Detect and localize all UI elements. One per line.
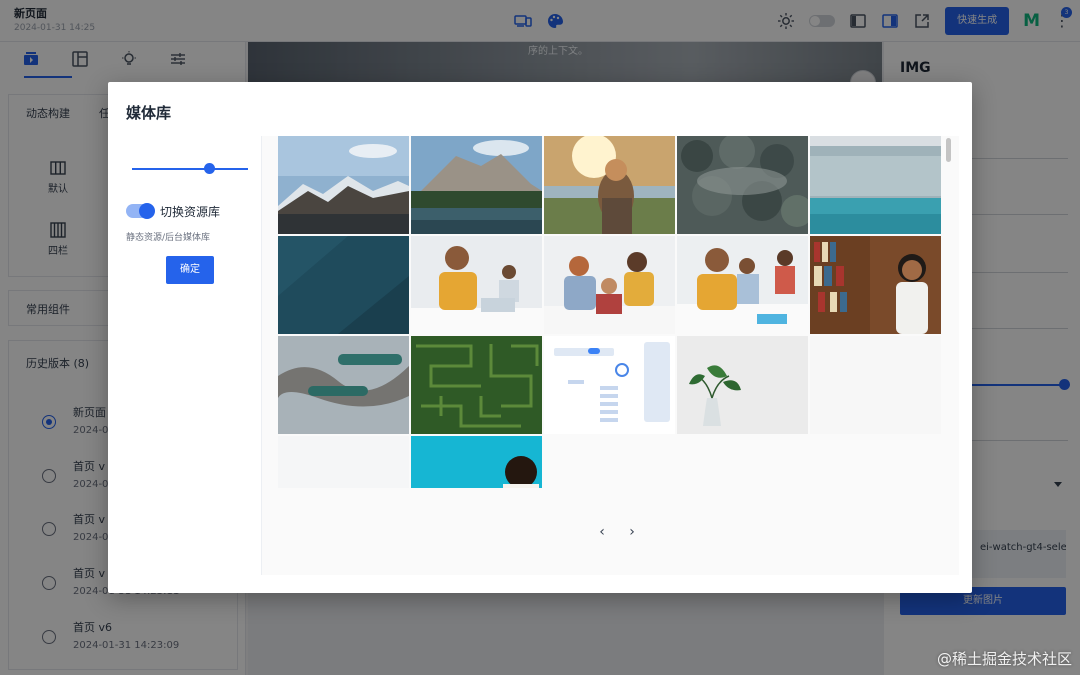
thumb-students-3[interactable] xyxy=(677,236,808,334)
confirm-button[interactable]: 确定 xyxy=(166,256,214,284)
thumb-green-maze[interactable] xyxy=(411,336,542,434)
thumb-ships-aerial[interactable] xyxy=(278,336,409,434)
next-page-icon[interactable]: › xyxy=(627,525,637,539)
size-slider-fill-right xyxy=(211,168,248,170)
thumbnail-grid xyxy=(278,136,943,488)
thumb-cyan-person[interactable] xyxy=(411,436,542,488)
thumb-plant-vase[interactable] xyxy=(677,336,808,434)
size-slider-knob[interactable] xyxy=(204,163,215,174)
modal-title: 媒体库 xyxy=(126,104,172,122)
gallery-scrollbar[interactable] xyxy=(946,138,951,162)
source-hint: 静态资源/后台媒体库 xyxy=(126,233,211,243)
prev-page-icon[interactable]: ‹ xyxy=(597,525,607,539)
thumb-rock-peak-lake[interactable] xyxy=(411,136,542,234)
thumb-library-woman[interactable] xyxy=(810,236,941,334)
thumb-students-2[interactable] xyxy=(544,236,675,334)
thumb-snowy-forest-lake[interactable] xyxy=(810,136,941,234)
thumb-woman-sunset[interactable] xyxy=(544,136,675,234)
media-gallery: ‹ › xyxy=(261,136,959,575)
watermark: @稀土掘金技术社区 xyxy=(936,650,1072,668)
media-library-modal: 媒体库 切换资源库 静态资源/后台媒体库 确定 ‹ › xyxy=(108,82,972,593)
source-switch[interactable] xyxy=(126,203,155,219)
thumb-blank[interactable] xyxy=(810,336,941,434)
size-slider-fill xyxy=(132,168,211,170)
pagination: ‹ › xyxy=(597,525,637,539)
thumb-students-1[interactable] xyxy=(411,236,542,334)
thumb-foggy-forest[interactable] xyxy=(677,136,808,234)
thumb-blank-2[interactable] xyxy=(278,436,409,488)
thumb-mountain-lake[interactable] xyxy=(278,136,409,234)
thumb-dark-teal[interactable] xyxy=(278,236,409,334)
thumb-ui-dashboard[interactable] xyxy=(544,336,675,434)
source-switch-label: 切换资源库 xyxy=(160,205,221,219)
